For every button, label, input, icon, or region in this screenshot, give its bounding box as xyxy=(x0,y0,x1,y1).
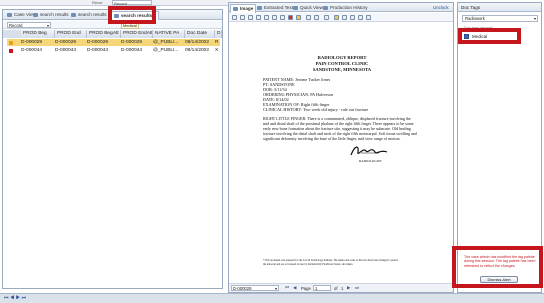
notes-icon[interactable] xyxy=(366,15,371,20)
search-icon[interactable] xyxy=(350,15,355,20)
document-page: RADIOLOGY REPORT PAIN CONTROL CLINIC SAN… xyxy=(239,25,445,287)
table-row[interactable]: D-000044 D-000044 D-000044 D-000044 @_PU… xyxy=(7,47,220,54)
document-select[interactable]: D-000029 ▾ xyxy=(231,285,279,291)
zoom-in-icon[interactable] xyxy=(264,15,269,20)
record-label: Recor xyxy=(92,0,103,5)
page-number-input[interactable]: 1 xyxy=(313,285,331,291)
chevron-down-icon: ▾ xyxy=(533,16,536,21)
col-native-pa[interactable]: NATIVE PA xyxy=(153,30,185,38)
col-doc-date[interactable]: Doc Date xyxy=(185,30,215,38)
col-d[interactable]: D xyxy=(215,30,222,38)
viewer-tabbar: Image Extracted Text Quick View Producti… xyxy=(229,3,453,13)
viewer-pane: Image Extracted Text Quick View Producti… xyxy=(228,2,454,293)
redact-icon[interactable] xyxy=(288,15,293,20)
tab-quick-view[interactable]: Quick View xyxy=(291,4,325,12)
doc-title-3: SANDSTONE, MINNESOTA xyxy=(312,67,372,72)
fit-width-icon[interactable] xyxy=(306,15,311,20)
record-flag-icon xyxy=(9,48,13,53)
case-view-icon xyxy=(7,13,12,17)
highlight-notice xyxy=(452,246,543,288)
tab-production-history[interactable]: Production History xyxy=(321,4,370,12)
last-page-icon[interactable]: ⏭ xyxy=(355,285,359,290)
col-prod-begatt[interactable]: PROD BegAtt xyxy=(87,30,121,38)
col-prod-beg[interactable]: PROD Beg xyxy=(21,30,55,38)
record-dropdown[interactable]: Record ▾ xyxy=(7,22,51,28)
viewer-toolbar xyxy=(229,13,453,22)
first-page-icon[interactable]: ⏮ xyxy=(285,285,289,290)
col-prod-end[interactable]: PROD End xyxy=(55,30,87,38)
image-icon xyxy=(233,7,238,11)
tab-extracted-text[interactable]: Extracted Text xyxy=(255,4,295,12)
signature-image xyxy=(350,146,388,156)
left-pane: Case View search results search results … xyxy=(2,9,223,289)
tab-search-results-2[interactable]: search results xyxy=(69,11,109,19)
of-label: of xyxy=(334,286,338,291)
history-icon xyxy=(323,6,328,10)
page-label: Page xyxy=(301,286,311,291)
prev-page-icon[interactable]: ◀ xyxy=(293,285,296,291)
tags-title: Doc Tags xyxy=(461,5,481,10)
text-icon xyxy=(257,6,262,10)
quick-view-icon xyxy=(293,6,298,10)
doc-footer-line: * This document was prepared for the Law… xyxy=(263,259,399,262)
next-page-icon[interactable]: ▶ xyxy=(347,285,350,291)
record-flag-icon xyxy=(9,40,13,45)
viewer-footer: D-000029 ▾ ⏮ ◀ Page 1 of 1 ▶ ⏭ xyxy=(229,283,453,292)
grid-header: PROD Beg PROD End PROD BegAtt PROD EndAt… xyxy=(3,30,222,38)
tag-palette-dropdown[interactable]: Radiowork ▾ xyxy=(462,15,538,22)
doc-field: CLINICAL HISTORY: Two week old injury - … xyxy=(263,107,369,112)
table-row[interactable]: D-000029 D-000029 D-000029 D-000029 @_PU… xyxy=(7,39,220,46)
grid-icon[interactable] xyxy=(358,15,363,20)
print-icon[interactable] xyxy=(248,15,253,20)
pan-icon[interactable] xyxy=(256,15,261,20)
text-size-icon[interactable] xyxy=(342,15,347,20)
chevron-down-icon: ▾ xyxy=(274,286,277,291)
col-prod-endatt[interactable]: PROD EndAtt xyxy=(121,30,153,38)
record-field[interactable]: Record xyxy=(112,0,152,6)
search-results-icon xyxy=(33,13,38,17)
fit-page-icon[interactable] xyxy=(314,15,319,20)
unlock-link[interactable]: Unclock xyxy=(433,5,449,10)
search-results-icon xyxy=(71,13,76,17)
pointer-icon[interactable] xyxy=(232,15,237,20)
signature-caption: RADIOLOGIST xyxy=(359,159,382,163)
thumbnails-icon[interactable] xyxy=(324,15,329,20)
doc-title-1: RADIOLOGY REPORT xyxy=(317,55,367,60)
save-icon[interactable] xyxy=(240,15,245,20)
bottom-strip: ⏮ ◀ ▶ ⏭ xyxy=(0,293,544,303)
page-count: 1 xyxy=(341,286,344,291)
record-nav-controls[interactable]: ⏮ ◀ ▶ ⏭ xyxy=(4,295,26,301)
color-icon[interactable] xyxy=(334,15,339,20)
zoom-out-icon[interactable] xyxy=(272,15,277,20)
tab-image[interactable]: Image xyxy=(230,4,257,13)
chevron-down-icon: ▾ xyxy=(46,23,49,28)
doc-title-2: PAIN CONTROL CLINIC xyxy=(315,61,369,66)
highlight-search-tab xyxy=(108,6,156,24)
rotate-icon[interactable] xyxy=(280,15,285,20)
tab-search-results-1[interactable]: search results xyxy=(31,11,71,19)
highlight-medical-tag xyxy=(458,28,521,44)
doc-footer-line: the innocent and are so licensed for use… xyxy=(263,263,354,266)
doc-body-line: significant deformity involving the base… xyxy=(263,136,401,141)
tags-header: Doc Tags xyxy=(458,3,541,12)
highlight-icon[interactable] xyxy=(296,15,301,20)
